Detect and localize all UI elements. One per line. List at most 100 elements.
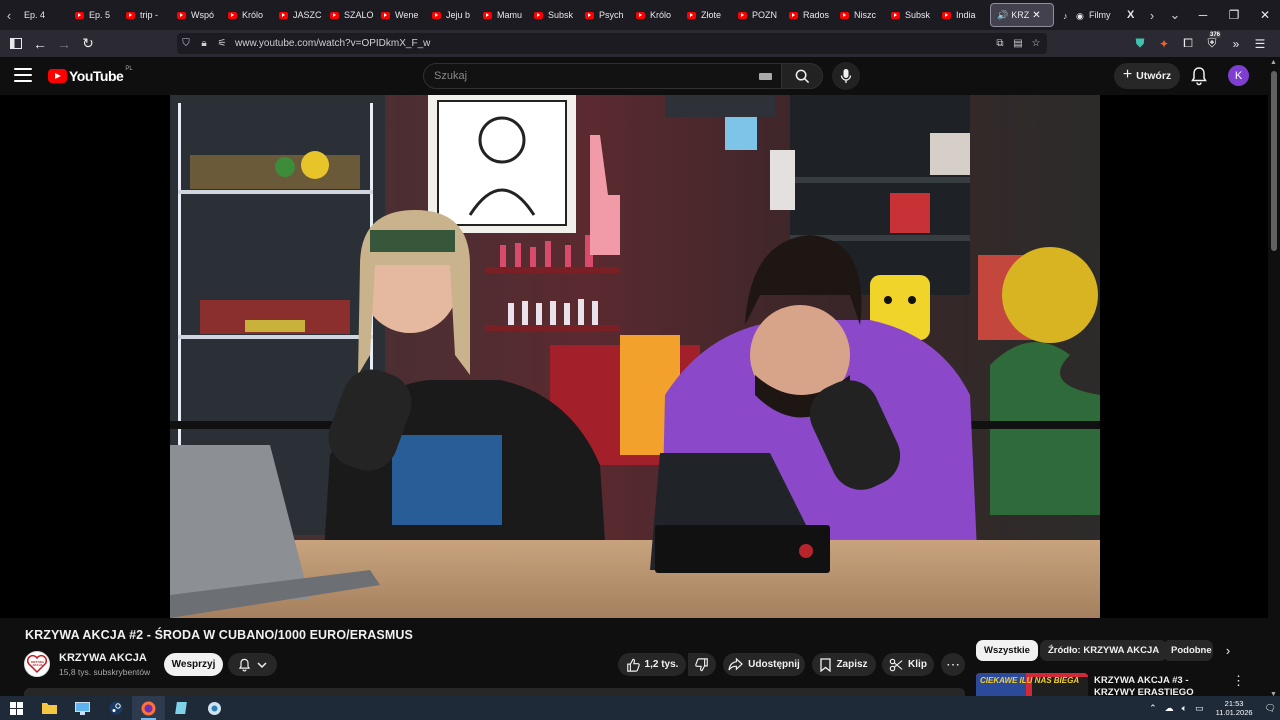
firefox-icon[interactable]: [132, 696, 165, 720]
support-button[interactable]: Wesprzyj: [164, 653, 223, 676]
browser-tab[interactable]: Psych: [579, 0, 630, 30]
reader-view-icon[interactable]: ▤: [1009, 33, 1027, 54]
network-cloud-icon[interactable]: ☁: [1165, 703, 1174, 714]
chips-next-chevron-icon[interactable]: ›: [1219, 641, 1237, 660]
notifications-icon[interactable]: 🗨︎: [1265, 703, 1276, 714]
account-avatar[interactable]: K: [1228, 65, 1249, 86]
search-button[interactable]: [781, 63, 823, 89]
tab-x[interactable]: X: [1123, 0, 1143, 30]
keyboard-icon[interactable]: [759, 73, 772, 80]
speaker-icon[interactable]: 🔊: [997, 10, 1008, 21]
browser-tab[interactable]: Rados: [783, 0, 834, 30]
clip-button[interactable]: Klip: [882, 653, 934, 676]
browser-tab[interactable]: Niszc: [834, 0, 885, 30]
permissions-icon[interactable]: ⚟: [213, 33, 231, 54]
share-button[interactable]: Udostępnij: [723, 653, 805, 676]
browser-tab[interactable]: Subsk: [528, 0, 579, 30]
display-icon[interactable]: ▭: [1195, 703, 1204, 714]
browser-tab[interactable]: Ep. 4: [18, 0, 69, 30]
chip-source[interactable]: Źródło: KRZYWA AKCJA: [1040, 640, 1168, 661]
lock-icon[interactable]: 🔒︎: [195, 33, 213, 54]
app-globe-icon[interactable]: [198, 696, 231, 720]
browser-tab[interactable]: Królo: [630, 0, 681, 30]
close-tab-icon[interactable]: ✕: [1032, 10, 1040, 21]
like-button[interactable]: 1,2 tys.: [618, 653, 686, 676]
video-player[interactable]: [0, 95, 1268, 618]
chip-all[interactable]: Wszystkie: [976, 640, 1038, 661]
bookmark-star-icon[interactable]: ☆: [1027, 33, 1045, 54]
browser-tab[interactable]: JASZC: [273, 0, 324, 30]
save-button[interactable]: Zapisz: [812, 653, 876, 676]
tab-label: Królo: [650, 10, 672, 20]
scroll-thumb[interactable]: [1271, 71, 1277, 251]
clock[interactable]: 21:53 11.01.2026: [1216, 699, 1253, 717]
list-all-tabs-icon[interactable]: ⌄: [1161, 0, 1189, 30]
tab-tiktok[interactable]: ♪ ◉ Filmy: [1057, 0, 1123, 30]
tab-scroll-right-icon[interactable]: ›: [1143, 0, 1161, 30]
extension-fox-icon[interactable]: ✦: [1152, 37, 1176, 51]
more-actions-icon[interactable]: ⋯: [941, 653, 965, 676]
browser-tab[interactable]: Ep. 5: [69, 0, 120, 30]
guide-menu-icon[interactable]: [14, 68, 32, 82]
youtube-logo[interactable]: YouTube PL: [48, 66, 133, 84]
browser-tab[interactable]: Złote: [681, 0, 732, 30]
back-icon[interactable]: ←: [28, 30, 52, 57]
close-window-icon[interactable]: ✕: [1249, 0, 1280, 30]
channel-avatar[interactable]: KRZYWA AKCJA: [24, 651, 50, 677]
extensions-puzzle-icon[interactable]: ⧠: [1176, 36, 1200, 51]
dislike-button[interactable]: [688, 653, 716, 676]
create-button[interactable]: + Utwórz: [1114, 63, 1180, 89]
video-still-image: [170, 95, 1100, 618]
notepad-icon[interactable]: [165, 696, 198, 720]
url-text[interactable]: www.youtube.com/watch?v=OPIDkmX_F_w: [235, 38, 430, 49]
reload-icon[interactable]: ↻: [76, 30, 100, 57]
minimize-window-icon[interactable]: ─: [1187, 0, 1219, 30]
search-input[interactable]: [434, 70, 734, 82]
youtube-favicon-icon: [75, 11, 84, 19]
chip-similar[interactable]: Podobne: [1163, 640, 1213, 661]
tab-scroll-left-icon[interactable]: ‹: [0, 0, 18, 30]
tab-label: Filmy: [1089, 10, 1111, 20]
browser-tab[interactable]: trip -: [120, 0, 171, 30]
file-explorer-icon[interactable]: [33, 696, 66, 720]
this-pc-icon[interactable]: [66, 696, 99, 720]
browser-tab[interactable]: Królo: [222, 0, 273, 30]
steam-icon[interactable]: [99, 696, 132, 720]
description-box[interactable]: [24, 688, 965, 696]
tab-active[interactable]: 🔊 KRZ ✕: [990, 3, 1054, 27]
page-scrollbar[interactable]: ▲ ▼: [1268, 57, 1280, 700]
tray-overflow-icon[interactable]: ⌃: [1149, 703, 1157, 714]
browser-tab[interactable]: Jeju b: [426, 0, 477, 30]
ublock-icon[interactable]: ⛨ 376: [1200, 32, 1224, 51]
youtube-favicon-icon: [279, 11, 288, 19]
sidebar-toggle-icon[interactable]: [4, 30, 28, 57]
tab-label: Psych: [599, 10, 624, 20]
save-bookmark-icon: [820, 657, 832, 672]
scroll-up-icon[interactable]: ▲: [1270, 59, 1277, 66]
address-bar[interactable]: ⛉ 🔒︎ ⚟ www.youtube.com/watch?v=OPIDkmX_F…: [177, 33, 1047, 54]
browser-tab[interactable]: Subsk: [885, 0, 936, 30]
search-box[interactable]: [423, 63, 783, 89]
overflow-menu-icon[interactable]: »: [1224, 37, 1248, 51]
windows-start-icon[interactable]: [0, 696, 33, 720]
voice-search-button[interactable]: [832, 62, 860, 90]
recommended-menu-icon[interactable]: ⋮: [1232, 673, 1245, 689]
channel-name[interactable]: KRZYWA AKCJA: [59, 652, 147, 664]
volume-icon[interactable]: 🔈︎: [1182, 703, 1187, 714]
vpn-shield-icon[interactable]: ⛊: [1128, 36, 1152, 51]
app-menu-icon[interactable]: ☰: [1248, 37, 1272, 51]
browser-tab[interactable]: Wene: [375, 0, 426, 30]
forward-icon[interactable]: →: [52, 30, 76, 57]
tracking-protection-icon[interactable]: ⛉: [177, 33, 195, 54]
picture-in-picture-icon[interactable]: ⧉: [991, 33, 1009, 54]
browser-tab[interactable]: SZALO: [324, 0, 375, 30]
notification-preferences-button[interactable]: [228, 653, 277, 676]
browser-tab[interactable]: Mamu: [477, 0, 528, 30]
browser-tab[interactable]: Wspó: [171, 0, 222, 30]
youtube-favicon-icon: [840, 11, 849, 19]
restore-window-icon[interactable]: ❐: [1218, 0, 1250, 30]
video-frame[interactable]: [170, 95, 1100, 618]
browser-tab[interactable]: India: [936, 0, 987, 30]
browser-tab[interactable]: POZN: [732, 0, 783, 30]
notifications-bell-icon[interactable]: [1190, 66, 1208, 86]
